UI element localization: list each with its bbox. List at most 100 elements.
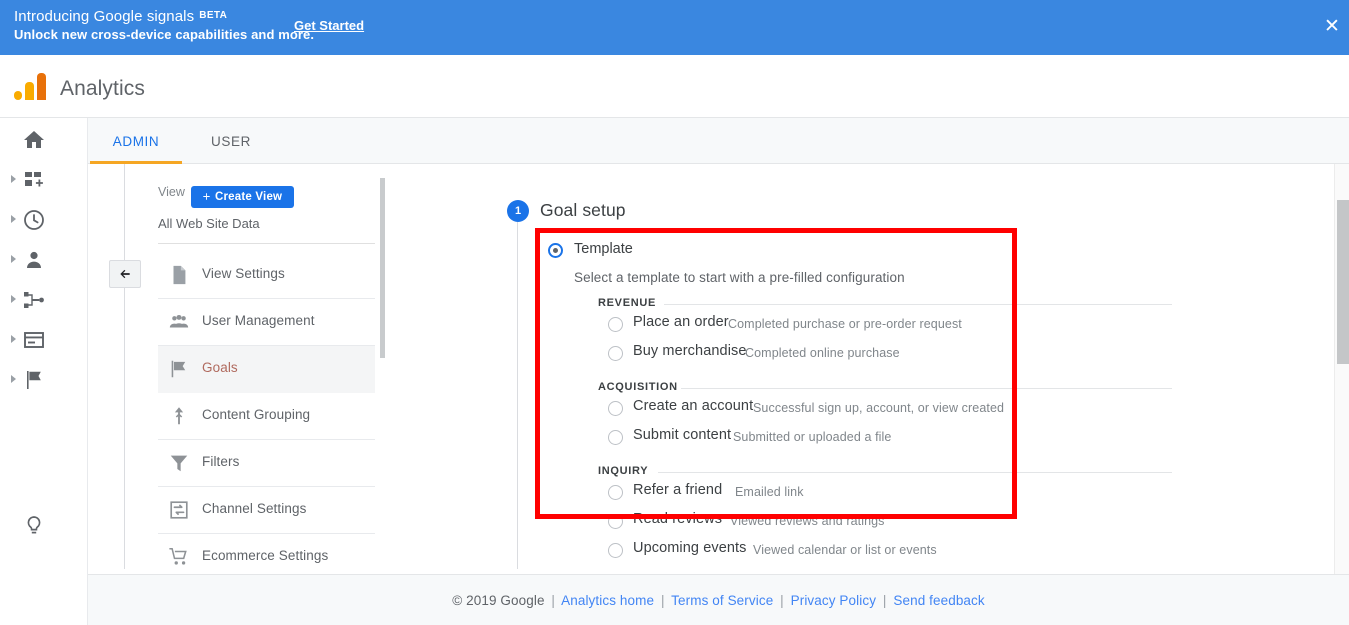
menu-item-label: View Settings	[202, 266, 285, 281]
template-option-label: Template	[574, 241, 633, 257]
promo-get-started-link[interactable]: Get Started	[294, 18, 364, 33]
clock-icon	[24, 210, 44, 230]
content-grouping-icon	[174, 407, 184, 425]
option-label: Buy merchandise	[633, 343, 747, 359]
option-description: Completed purchase or pre-order request	[728, 317, 962, 331]
arrow-left-icon	[120, 269, 130, 279]
create-view-label: Create View	[215, 191, 283, 203]
sidebar-item-home[interactable]	[0, 120, 88, 160]
scrollbar-thumb[interactable]	[1337, 200, 1349, 364]
footer-separator: |	[551, 592, 556, 608]
menu-item-filters[interactable]: Filters	[158, 440, 375, 487]
menu-item-label: Ecommerce Settings	[202, 548, 329, 563]
category-header-acquisition: ACQUISITION	[598, 381, 678, 393]
promo-headline: Introducing Google signals	[14, 8, 195, 25]
home-icon	[24, 131, 44, 148]
promo-text: Introducing Google signals BETA Unlock ne…	[14, 8, 314, 42]
goal-setup-section: 1 Goal setup Template Select a template …	[385, 164, 1349, 569]
plus-icon	[203, 193, 210, 200]
radio-buy-merchandise[interactable]	[608, 346, 623, 361]
menu-item-ecommerce-settings[interactable]: Ecommerce Settings	[158, 534, 375, 569]
menu-item-label: Filters	[202, 454, 240, 469]
footer-link-analytics-home[interactable]: Analytics home	[561, 593, 654, 608]
left-nav-rail	[0, 118, 88, 625]
chevron-right-icon	[11, 335, 16, 343]
sidebar-item-audience[interactable]	[0, 240, 88, 280]
option-description: Emailed link	[735, 485, 804, 499]
radio-create-an-account[interactable]	[608, 401, 623, 416]
sidebar-item-customization[interactable]	[0, 160, 88, 200]
cart-icon	[169, 547, 187, 565]
analytics-logo-icon	[14, 69, 48, 103]
tab-user[interactable]: USER	[186, 118, 276, 164]
sidebar-item-discover[interactable]	[0, 506, 88, 546]
radio-upcoming-events[interactable]	[608, 543, 623, 558]
option-description: Viewed calendar or list or events	[753, 543, 937, 557]
view-settings-column: View Create View All Web Site Data View …	[88, 164, 385, 569]
column-divider	[124, 164, 125, 569]
footer-separator: |	[660, 592, 665, 608]
sidebar-item-realtime[interactable]	[0, 200, 88, 240]
option-description: Submitted or uploaded a file	[733, 430, 892, 444]
page-footer: © 2019 Google | Analytics home | Terms o…	[88, 574, 1349, 625]
chevron-right-icon	[11, 215, 16, 223]
menu-item-channel-settings[interactable]: Channel Settings	[158, 487, 375, 534]
chevron-right-icon	[11, 175, 16, 183]
menu-item-label: User Management	[202, 313, 315, 328]
footer-link-terms-of-service[interactable]: Terms of Service	[671, 593, 773, 608]
analytics-admin-page: Introducing Google signals BETA Unlock ne…	[0, 0, 1349, 625]
menu-item-content-grouping[interactable]: Content Grouping	[158, 393, 375, 440]
footer-link-send-feedback[interactable]: Send feedback	[893, 593, 984, 608]
menu-item-view-settings[interactable]: View Settings	[158, 252, 375, 299]
template-radio[interactable]	[548, 243, 563, 258]
radio-place-an-order[interactable]	[608, 317, 623, 332]
chevron-right-icon	[11, 255, 16, 263]
radio-refer-a-friend[interactable]	[608, 485, 623, 500]
admin-tabs: ADMIN USER	[88, 118, 1349, 164]
people-icon	[169, 314, 189, 328]
radio-read-reviews[interactable]	[608, 514, 623, 529]
sidebar-item-behavior[interactable]	[0, 320, 88, 360]
footer-separator: |	[780, 592, 784, 608]
option-label: Place an order	[633, 314, 729, 330]
menu-item-user-management[interactable]: User Management	[158, 299, 375, 346]
promo-headline-row: Introducing Google signals BETA	[14, 8, 314, 25]
create-view-button[interactable]: Create View	[191, 186, 295, 208]
sidebar-item-acquisition[interactable]	[0, 280, 88, 320]
filter-icon	[170, 455, 188, 472]
app-bar: Analytics All accounts > Jojomei All Web…	[0, 55, 1349, 164]
option-description: Completed online purchase	[745, 346, 900, 360]
lightbulb-icon	[27, 516, 41, 534]
option-label: Upcoming events	[633, 540, 747, 556]
tab-admin[interactable]: ADMIN	[90, 118, 182, 164]
flag-icon	[171, 360, 186, 378]
page-scrollbar[interactable]	[1334, 164, 1349, 574]
category-header-inquiry: INQUIRY	[598, 465, 649, 477]
footer-links: © 2019 Google | Analytics home | Terms o…	[452, 593, 985, 608]
chevron-right-icon	[11, 375, 16, 383]
radio-dot	[553, 248, 558, 253]
step-connector	[517, 222, 518, 569]
promo-subline: Unlock new cross-device capabilities and…	[14, 27, 315, 42]
sidebar-item-conversions[interactable]	[0, 360, 88, 400]
menu-item-label: Channel Settings	[202, 501, 307, 516]
promo-beta-badge: BETA	[199, 10, 228, 21]
radio-submit-content[interactable]	[608, 430, 623, 445]
menu-item-goals[interactable]: Goals	[158, 346, 375, 393]
footer-link-privacy-policy[interactable]: Privacy Policy	[791, 593, 876, 608]
flag-icon	[27, 371, 41, 389]
window-icon	[24, 332, 44, 348]
category-rule	[658, 472, 1172, 473]
option-description: Viewed reviews and ratings	[730, 514, 885, 528]
step-badge: 1	[507, 200, 529, 222]
chevron-right-icon	[11, 295, 16, 303]
brand-title: Analytics	[60, 77, 145, 100]
promo-banner: Introducing Google signals BETA Unlock ne…	[0, 0, 1349, 55]
option-label: Submit content	[633, 427, 732, 443]
close-icon[interactable]: ✕	[1321, 17, 1343, 39]
option-label: Refer a friend	[633, 482, 723, 498]
channel-settings-icon	[170, 501, 188, 519]
admin-stage: View Create View All Web Site Data View …	[88, 164, 1349, 625]
collapse-panel-button[interactable]	[109, 260, 141, 288]
footer-separator: |	[882, 592, 887, 608]
